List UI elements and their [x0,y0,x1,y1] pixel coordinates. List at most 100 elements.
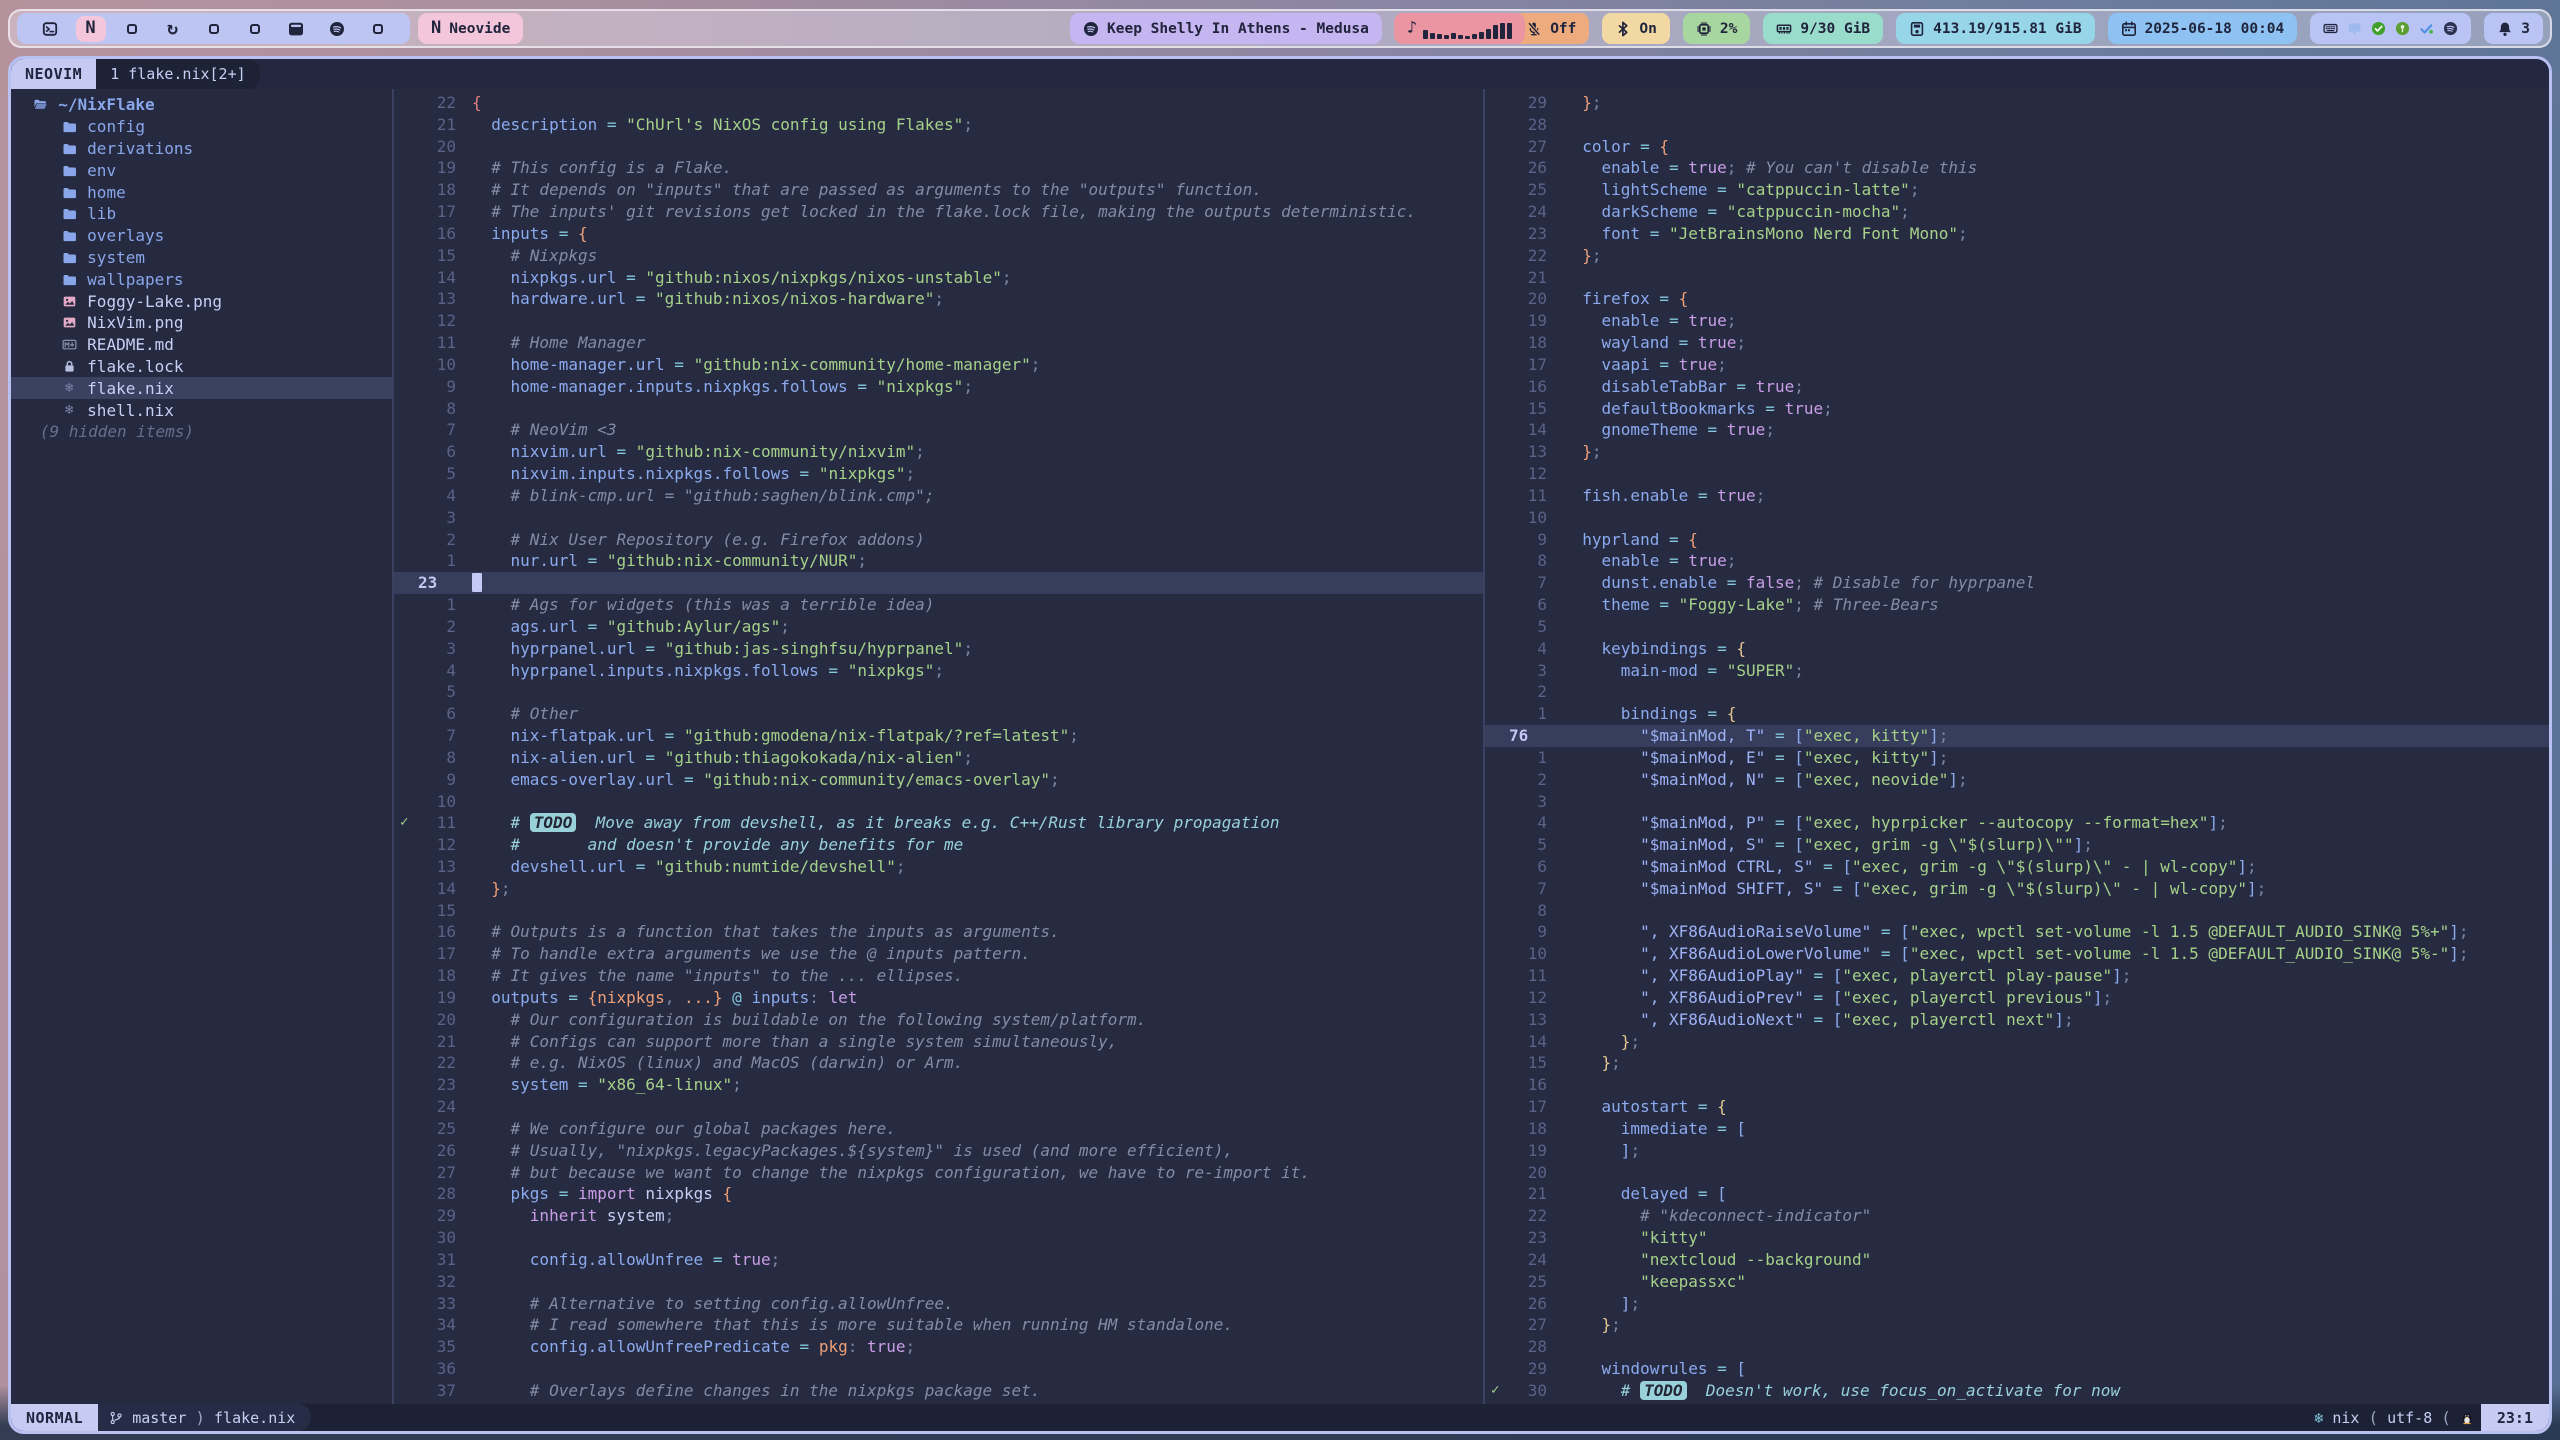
code-line[interactable]: 15 # Nixpkgs [394,245,1483,267]
code-line[interactable]: 8 [394,398,1483,420]
code-line[interactable]: 18 wayland = true; [1485,332,2549,354]
tree-item-derivations[interactable]: derivations [11,138,392,160]
code-line[interactable]: 24 [394,1096,1483,1118]
code-line[interactable]: 19 ]; [1485,1140,2549,1162]
code-line[interactable]: 17 # To handle extra arguments we use th… [394,943,1483,965]
code-line[interactable]: 12 [1485,463,2549,485]
workspace-3[interactable] [111,13,152,44]
workspace-4[interactable]: ↻ [152,13,193,44]
code-line[interactable]: 16 inputs = { [394,223,1483,245]
code-line[interactable]: 23 font = "JetBrainsMono Nerd Font Mono"… [1485,223,2549,245]
code-line[interactable]: 16 disableTabBar = true; [1485,376,2549,398]
code-line[interactable]: 9 ", XF86AudioRaiseVolume" = ["exec, wpc… [1485,921,2549,943]
tree-item-lib[interactable]: lib [11,203,392,225]
sync-icon[interactable] [2419,21,2434,36]
code-line[interactable]: 25 lightScheme = "catppuccin-latte"; [1485,179,2549,201]
code-line[interactable]: 20 [394,136,1483,158]
code-line[interactable]: 14 }; [394,878,1483,900]
code-line[interactable]: 3 [394,507,1483,529]
code-line[interactable]: 19 enable = true; [1485,310,2549,332]
code-line[interactable]: 37 # Overlays define changes in the nixp… [394,1380,1483,1402]
workspace-6[interactable] [234,13,275,44]
editor-pane-right[interactable]: 29 };2827 color = {26 enable = true; # Y… [1485,89,2549,1404]
workspace-7[interactable] [275,13,316,44]
tree-item--nixflake[interactable]: ~/NixFlake [11,94,392,116]
tab-buffer-flake-nix[interactable]: 1 flake.nix[2+] [96,59,259,89]
code-line[interactable]: 18 # It depends on "inputs" that are pas… [394,179,1483,201]
code-line[interactable]: 21 delayed = [ [1485,1183,2549,1205]
code-line[interactable]: 3 hyprpanel.url = "github:jas-singhfsu/h… [394,638,1483,660]
code-line[interactable]: 27 # but because we want to change the n… [394,1162,1483,1184]
code-line[interactable]: 24 darkScheme = "catppuccin-mocha"; [1485,201,2549,223]
code-line[interactable]: 3 [1485,791,2549,813]
code-line[interactable]: 2 # Nix User Repository (e.g. Firefox ad… [394,529,1483,551]
code-line[interactable]: 10 home-manager.url = "github:nix-commun… [394,354,1483,376]
code-line[interactable]: 13 devshell.url = "github:numtide/devshe… [394,856,1483,878]
code-line[interactable]: 8 enable = true; [1485,550,2549,572]
clock-module[interactable]: 2025-06-18 00:04 [2108,13,2298,44]
code-line[interactable]: ✓11 # TODO Move away from devshell, as i… [394,812,1483,834]
code-line[interactable]: 6 theme = "Foggy-Lake"; # Three-Bears [1485,594,2549,616]
code-line[interactable]: 35 config.allowUnfreePredicate = pkg: tr… [394,1336,1483,1358]
code-line[interactable]: 9 emacs-overlay.url = "github:nix-commun… [394,769,1483,791]
code-line[interactable]: 6 "$mainMod CTRL, S" = ["exec, grim -g \… [1485,856,2549,878]
keepassxc-icon[interactable] [2395,21,2410,36]
code-line[interactable]: 33 # Alternative to setting config.allow… [394,1293,1483,1315]
code-line[interactable]: 4 "$mainMod, P" = ["exec, hyprpicker --a… [1485,812,2549,834]
notifications-module[interactable]: 3 [2484,13,2543,44]
code-line[interactable]: 23 "kitty" [1485,1227,2549,1249]
code-line[interactable]: 2 ags.url = "github:Aylur/ags"; [394,616,1483,638]
code-line[interactable]: 76 "$mainMod, T" = ["exec, kitty"]; [1485,725,2549,747]
code-line[interactable]: 6 # Other [394,703,1483,725]
spotify-tray-icon[interactable] [2443,21,2458,36]
code-line[interactable]: 27 color = { [1485,136,2549,158]
code-line[interactable]: 9 home-manager.inputs.nixpkgs.follows = … [394,376,1483,398]
tree-item-env[interactable]: env [11,159,392,181]
keyboard-icon[interactable] [2323,21,2338,36]
code-line[interactable]: 34 # I read somewhere that this is more … [394,1314,1483,1336]
code-line[interactable]: 17 # The inputs' git revisions get locke… [394,201,1483,223]
code-line[interactable]: 2 "$mainMod, N" = ["exec, neovide"]; [1485,769,2549,791]
code-line[interactable]: 14 }; [1485,1031,2549,1053]
code-line[interactable]: 15 defaultBookmarks = true; [1485,398,2549,420]
code-line[interactable]: 13 }; [1485,441,2549,463]
workspace-5[interactable] [193,13,234,44]
code-line[interactable]: 27 }; [1485,1314,2549,1336]
code-line[interactable]: 16 # Outputs is a function that takes th… [394,921,1483,943]
code-line[interactable]: 15 }; [1485,1052,2549,1074]
tree-item-readme-md[interactable]: README.md [11,334,392,356]
code-line[interactable]: 4 keybindings = { [1485,638,2549,660]
code-line[interactable]: 1 "$mainMod, E" = ["exec, kitty"]; [1485,747,2549,769]
code-line[interactable]: 13 hardware.url = "github:nixos/nixos-ha… [394,288,1483,310]
code-line[interactable]: 1 nur.url = "github:nix-community/NUR"; [394,550,1483,572]
tree-item-overlays[interactable]: overlays [11,225,392,247]
tree-item-wallpapers[interactable]: wallpapers [11,268,392,290]
code-line[interactable]: 11 fish.enable = true; [1485,485,2549,507]
code-line[interactable]: 26 # Usually, "nixpkgs.legacyPackages.${… [394,1140,1483,1162]
code-line[interactable]: 26 enable = true; # You can't disable th… [1485,157,2549,179]
tree-item-flake-lock[interactable]: flake.lock [11,356,392,378]
code-line[interactable]: 13 ", XF86AudioNext" = ["exec, playerctl… [1485,1009,2549,1031]
code-line[interactable]: 23 [394,572,1483,594]
code-line[interactable]: 28 [1485,114,2549,136]
code-line[interactable]: 7 nix-flatpak.url = "github:gmodena/nix-… [394,725,1483,747]
code-line[interactable]: 8 nix-alien.url = "github:thiagokokada/n… [394,747,1483,769]
code-line[interactable]: 3 main-mod = "SUPER"; [1485,660,2549,682]
code-line[interactable]: 10 [1485,507,2549,529]
code-line[interactable]: 17 vaapi = true; [1485,354,2549,376]
code-line[interactable]: 22 }; [1485,245,2549,267]
code-line[interactable]: 21 description = "ChUrl's NixOS config u… [394,114,1483,136]
code-line[interactable]: 28 pkgs = import nixpkgs { [394,1183,1483,1205]
workspace-1[interactable] [29,13,70,44]
code-line[interactable]: 7 dunst.enable = false; # Disable for hy… [1485,572,2549,594]
code-line[interactable]: 19 # This config is a Flake. [394,157,1483,179]
code-line[interactable]: 22 # e.g. NixOS (linux) and MacOS (darwi… [394,1052,1483,1074]
code-line[interactable]: 32 [394,1271,1483,1293]
music-module[interactable]: Keep Shelly In Athens - Medusa [1070,13,1382,44]
code-line[interactable]: 5 [394,681,1483,703]
code-line[interactable]: 10 [394,791,1483,813]
workspace-9[interactable] [357,13,398,44]
code-line[interactable]: 12 # and doesn't provide any benefits fo… [394,834,1483,856]
tree-item-nixvim-png[interactable]: NixVim.png [11,312,392,334]
code-line[interactable]: 28 [1485,1336,2549,1358]
